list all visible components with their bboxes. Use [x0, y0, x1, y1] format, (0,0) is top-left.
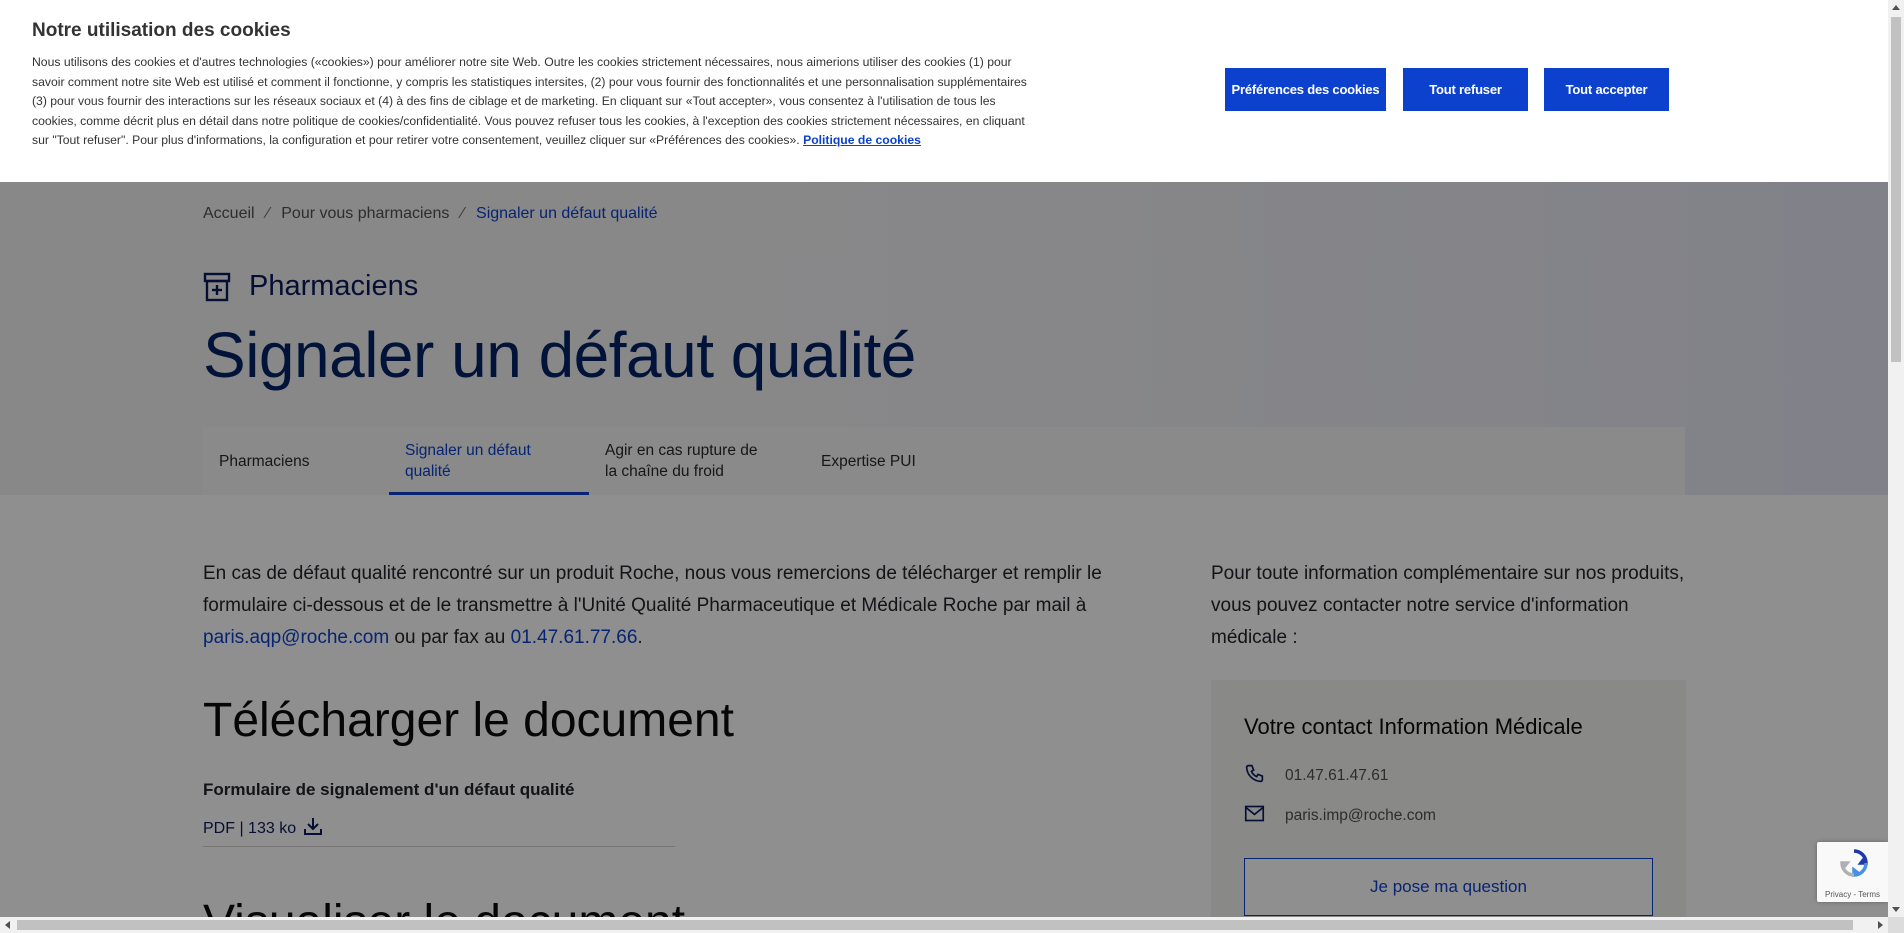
cookie-banner-text: Nous utilisons des cookies et d'autres t…	[32, 55, 1027, 147]
recaptcha-icon	[1839, 848, 1869, 883]
cookie-banner: Notre utilisation des cookies Nous utili…	[0, 0, 1888, 182]
cookie-policy-link[interactable]: Politique de cookies	[803, 133, 921, 147]
scrollbar-corner	[1888, 917, 1904, 933]
horizontal-scrollbar[interactable]	[0, 917, 1888, 933]
cookie-preferences-button[interactable]: Préférences des cookies	[1225, 68, 1386, 111]
horizontal-scroll-thumb[interactable]	[17, 920, 1853, 930]
cookie-banner-title: Notre utilisation des cookies	[32, 20, 291, 41]
scroll-left-icon[interactable]	[5, 921, 10, 929]
vertical-scroll-thumb[interactable]	[1891, 17, 1901, 362]
accept-all-button[interactable]: Tout accepter	[1544, 68, 1669, 111]
refuse-all-button[interactable]: Tout refuser	[1403, 68, 1528, 111]
scroll-right-icon[interactable]	[1878, 921, 1883, 929]
recaptcha-badge[interactable]: Privacy - Terms	[1817, 842, 1888, 902]
vertical-scrollbar[interactable]	[1888, 0, 1904, 917]
scroll-down-icon[interactable]	[1892, 907, 1900, 912]
recaptcha-terms[interactable]: Privacy - Terms	[1817, 890, 1888, 899]
scroll-up-icon[interactable]	[1892, 5, 1900, 10]
